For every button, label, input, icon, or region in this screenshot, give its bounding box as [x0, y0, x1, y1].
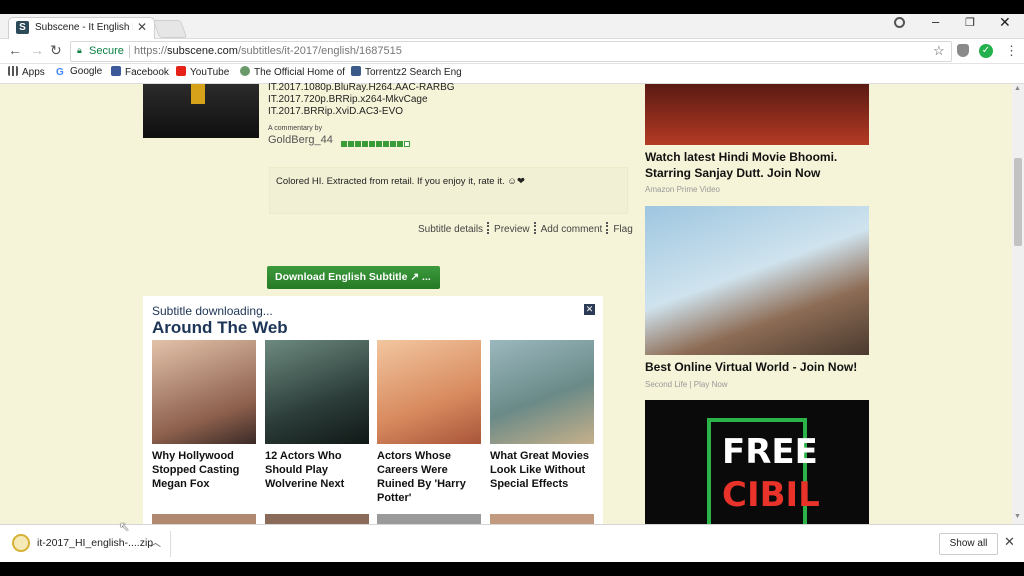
- ad-source: Amazon Prime Video: [645, 185, 720, 194]
- download-subtitle-button[interactable]: Download English Subtitle ↗ ...: [267, 266, 440, 289]
- show-all-button[interactable]: Show all: [939, 533, 998, 555]
- link-separator: [487, 222, 490, 234]
- ad-image[interactable]: [645, 206, 869, 355]
- release-name: IT.2017.BRRip.XviD.AC3-EVO: [268, 106, 404, 117]
- card-title[interactable]: 12 Actors Who Should Play Wolverine Next: [265, 449, 373, 491]
- bookmark-apps[interactable]: Apps: [8, 66, 45, 78]
- browser-menu-icon[interactable]: ⋮: [1005, 43, 1018, 59]
- url-host: subscene.com: [167, 45, 238, 57]
- bookmark-youtube[interactable]: YouTube: [176, 66, 229, 78]
- browser-tab[interactable]: S Subscene - It English he ✕: [8, 17, 155, 39]
- author-link[interactable]: GoldBerg_44: [268, 134, 333, 146]
- comment-text: Colored HI. Extracted from retail. If yo…: [276, 176, 525, 187]
- address-bar[interactable]: 🔒︎ Secure https://subscene.com/subtitles…: [70, 41, 952, 62]
- link-separator: [533, 222, 537, 234]
- profile-icon[interactable]: [894, 17, 905, 28]
- card-image[interactable]: [490, 340, 594, 444]
- lock-icon: 🔒︎: [77, 45, 82, 55]
- subtitle-links: Subtitle details Preview Add comment Flag: [418, 222, 633, 235]
- add-comment-link[interactable]: Add comment: [541, 224, 603, 235]
- preview-link[interactable]: Preview: [494, 224, 530, 235]
- banner-text: CIBIL: [722, 475, 820, 515]
- ad-image[interactable]: [645, 84, 869, 145]
- extension-check-icon[interactable]: ✓: [979, 44, 993, 58]
- ad-source: Second Life | Play Now: [645, 380, 728, 389]
- link-separator: [606, 222, 609, 234]
- bookmark-star-icon[interactable]: ☆: [933, 43, 945, 59]
- comment-box: Colored HI. Extracted from retail. If yo…: [269, 167, 628, 214]
- card-image[interactable]: [377, 340, 481, 444]
- subscene-favicon-icon: S: [16, 21, 29, 34]
- card-title[interactable]: Actors Whose Careers Were Ruined By 'Har…: [377, 449, 485, 505]
- bottom-black-border: [0, 562, 1024, 576]
- commentary-label: A commentary by: [268, 125, 323, 132]
- card-image[interactable]: [152, 340, 256, 444]
- rating-dot: [362, 141, 368, 147]
- scroll-up-icon[interactable]: ▲: [1014, 85, 1021, 92]
- release-name: IT.2017.1080p.BluRay.H264.AAC-RARBG: [268, 82, 455, 93]
- youtube-icon: [176, 66, 186, 76]
- bookmark-facebook[interactable]: Facebook: [111, 66, 169, 78]
- navigation-bar: ← → ↻ 🔒︎ Secure https://subscene.com/sub…: [0, 39, 1024, 64]
- scrollbar-track[interactable]: [1012, 84, 1024, 524]
- facebook-icon: [111, 66, 121, 76]
- scroll-down-icon[interactable]: ▼: [1014, 513, 1021, 520]
- bookmark-official-home[interactable]: The Official Home of: [240, 66, 345, 78]
- download-shelf: it-2017_HI_english-....zip ︿ Show all ✕: [0, 524, 1024, 563]
- rating-dot: [369, 141, 375, 147]
- widget-title: Around The Web: [152, 318, 288, 337]
- scrollbar-thumb[interactable]: [1014, 158, 1022, 246]
- tab-title: Subscene - It English he: [35, 22, 133, 33]
- card-image[interactable]: [265, 340, 369, 444]
- rating-dot: [348, 141, 354, 147]
- minimize-window-icon[interactable]: –: [932, 14, 939, 29]
- mouse-cursor-icon: ↖: [119, 519, 130, 534]
- bookmark-google[interactable]: G Google: [56, 66, 102, 78]
- ad-title[interactable]: Best Online Virtual World - Join Now!: [645, 360, 857, 374]
- rating-dot: [397, 141, 403, 147]
- rating-dot: [376, 141, 382, 147]
- address-separator: [129, 45, 130, 58]
- widget-subtitle: Subtitle downloading...: [152, 304, 273, 318]
- banner-text: FREE: [722, 432, 818, 472]
- download-separator: [170, 531, 171, 557]
- around-the-web-widget: Subtitle downloading... Around The Web ✕…: [143, 296, 603, 536]
- url-text[interactable]: https://subscene.com/subtitles/it-2017/e…: [134, 45, 402, 57]
- flag-link[interactable]: Flag: [613, 224, 632, 235]
- rating-dot: [390, 141, 396, 147]
- close-window-icon[interactable]: ✕: [999, 14, 1011, 31]
- zip-file-icon: [12, 534, 30, 552]
- rating-dot: [383, 141, 389, 147]
- rating-dot: [341, 141, 347, 147]
- bookmarks-bar: Apps G Google Facebook YouTube The Offici…: [0, 64, 1024, 84]
- forward-icon[interactable]: →: [30, 42, 44, 58]
- url-path: /subtitles/it-2017/english/1687515: [237, 45, 402, 57]
- site-icon: [240, 66, 250, 76]
- bookmark-torrentz2[interactable]: Torrentz2 Search Eng: [351, 66, 462, 78]
- torrentz-icon: [351, 66, 361, 76]
- chevron-up-icon[interactable]: ︿: [150, 534, 161, 550]
- poster-figure: [191, 84, 205, 104]
- top-black-border: [0, 0, 1024, 14]
- extension-shield-icon[interactable]: [957, 44, 969, 57]
- card-title[interactable]: Why Hollywood Stopped Casting Megan Fox: [152, 449, 260, 491]
- author-rating: [341, 138, 411, 150]
- release-name: IT.2017.720p.BRRip.x264-MkvCage: [268, 94, 428, 105]
- rating-dot: [404, 141, 410, 147]
- restore-window-icon[interactable]: ❐: [965, 16, 975, 29]
- rating-dot: [355, 141, 361, 147]
- google-icon: G: [56, 68, 66, 78]
- tab-close-icon[interactable]: ✕: [137, 20, 147, 34]
- url-scheme: https://: [134, 45, 168, 57]
- widget-close-icon[interactable]: ✕: [584, 304, 595, 315]
- download-file-name[interactable]: it-2017_HI_english-....zip: [37, 537, 153, 549]
- secure-label: Secure: [89, 45, 124, 57]
- reload-icon[interactable]: ↻: [50, 42, 62, 59]
- apps-grid-icon: [8, 66, 18, 76]
- card-title[interactable]: What Great Movies Look Like Without Spec…: [490, 449, 598, 491]
- close-shelf-icon[interactable]: ✕: [1004, 534, 1015, 550]
- back-icon[interactable]: ←: [8, 42, 22, 58]
- ad-title[interactable]: Watch latest Hindi Movie Bhoomi. Starrin…: [645, 149, 875, 181]
- subtitle-details-link[interactable]: Subtitle details: [418, 224, 483, 235]
